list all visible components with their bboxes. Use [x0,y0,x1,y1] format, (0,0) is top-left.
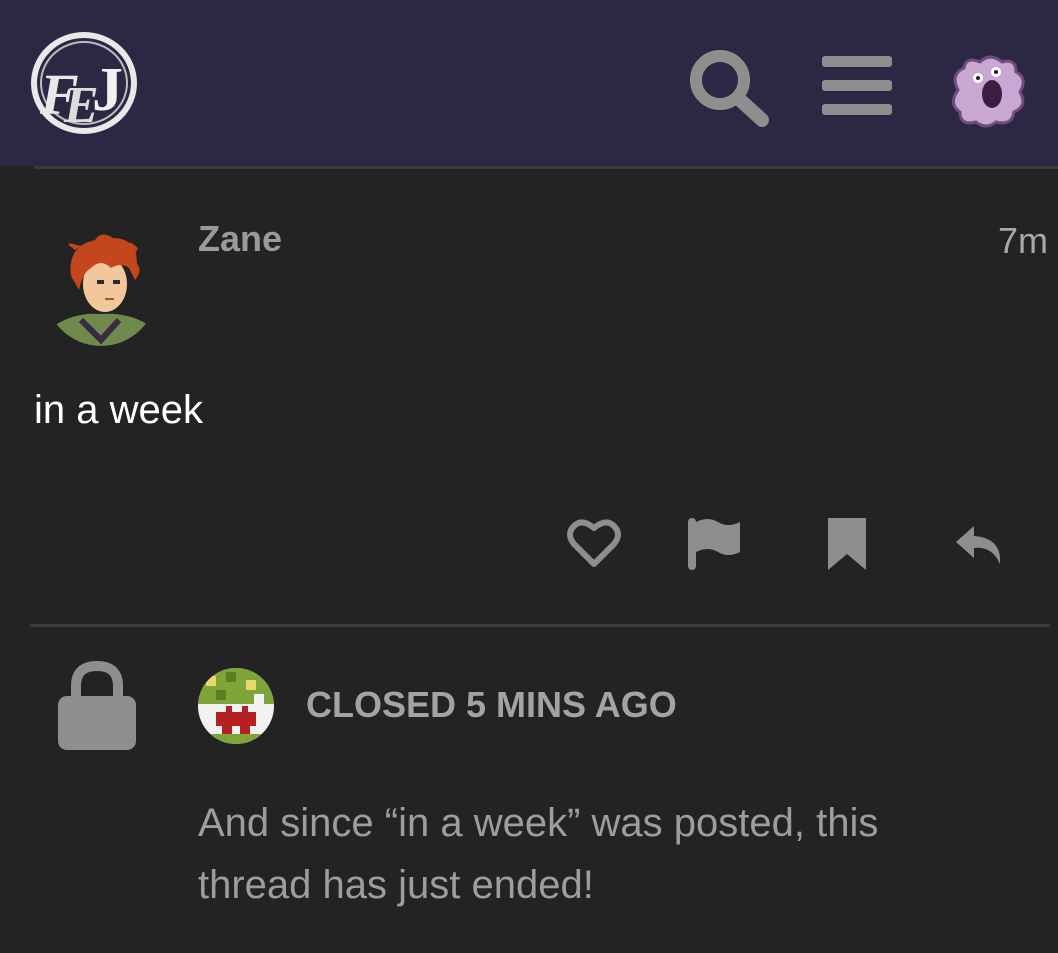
closed-status-label[interactable]: CLOSED 5 MINS AGO [306,684,677,726]
svg-text:J: J [92,56,123,124]
heart-icon[interactable] [566,514,622,572]
site-logo[interactable]: F E J [30,30,138,136]
hamburger-menu-icon[interactable] [820,54,894,118]
user-avatar[interactable] [944,50,1030,132]
header-divider [34,166,1058,169]
reply-icon[interactable] [952,514,1008,572]
post-username[interactable]: Zane [198,218,282,260]
post-timestamp[interactable]: 7m [998,220,1048,262]
bookmark-icon[interactable] [820,514,876,572]
search-icon[interactable] [686,46,772,128]
closed-notice-text: And since “in a week” was posted, this t… [198,801,879,907]
lock-icon [58,660,136,750]
system-user-avatar[interactable] [198,668,274,744]
post-author-avatar[interactable] [47,228,155,352]
flag-icon[interactable] [686,514,742,572]
top-header: F E J [0,0,1058,166]
post-body-text: in a week [34,388,203,432]
post-divider [30,624,1050,627]
